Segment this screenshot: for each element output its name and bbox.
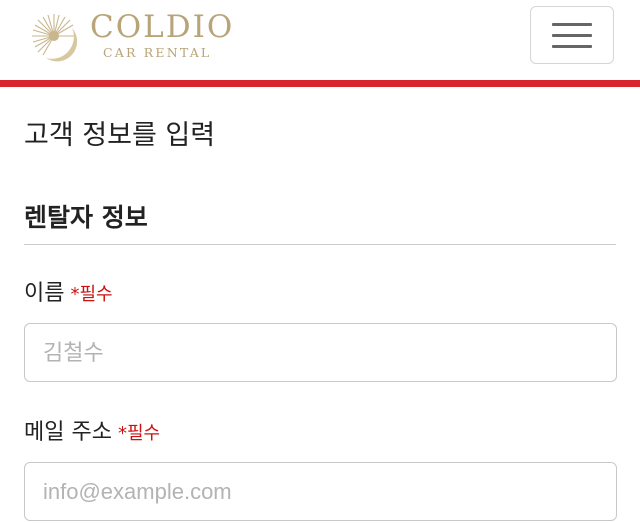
page-title: 고객 정보를 입력	[24, 120, 216, 151]
logo-wordmark: COLDIO CAR RENTAL	[90, 12, 234, 60]
email-field-label: 메일 주소 *필수	[24, 414, 616, 446]
header-accent-bar	[0, 80, 640, 87]
hamburger-menu-button[interactable]	[530, 6, 614, 64]
logo-subtitle: CAR RENTAL	[103, 45, 212, 61]
section-title: 렌탈자 정보	[24, 198, 616, 245]
name-input[interactable]	[24, 323, 617, 382]
required-badge: *필수	[117, 423, 161, 444]
hamburger-menu-icon	[552, 22, 592, 26]
sunburst-logo-icon	[32, 14, 78, 62]
name-label-text: 이름	[24, 281, 65, 306]
site-header: COLDIO CAR RENTAL	[0, 0, 640, 80]
hamburger-menu-icon-bar	[552, 33, 592, 37]
hamburger-menu-icon-bar	[552, 44, 592, 48]
email-label-text: 메일 주소	[24, 420, 112, 445]
name-field-label: 이름 *필수	[24, 275, 616, 307]
main-content: 고객 정보를 입력 렌탈자 정보 이름 *필수 메일 주소 *필수	[0, 113, 640, 521]
required-badge: *필수	[70, 284, 113, 305]
logo-name: COLDIO	[90, 9, 235, 46]
email-input[interactable]	[24, 462, 617, 521]
brand-logo[interactable]: COLDIO CAR RENTAL	[28, 10, 234, 62]
